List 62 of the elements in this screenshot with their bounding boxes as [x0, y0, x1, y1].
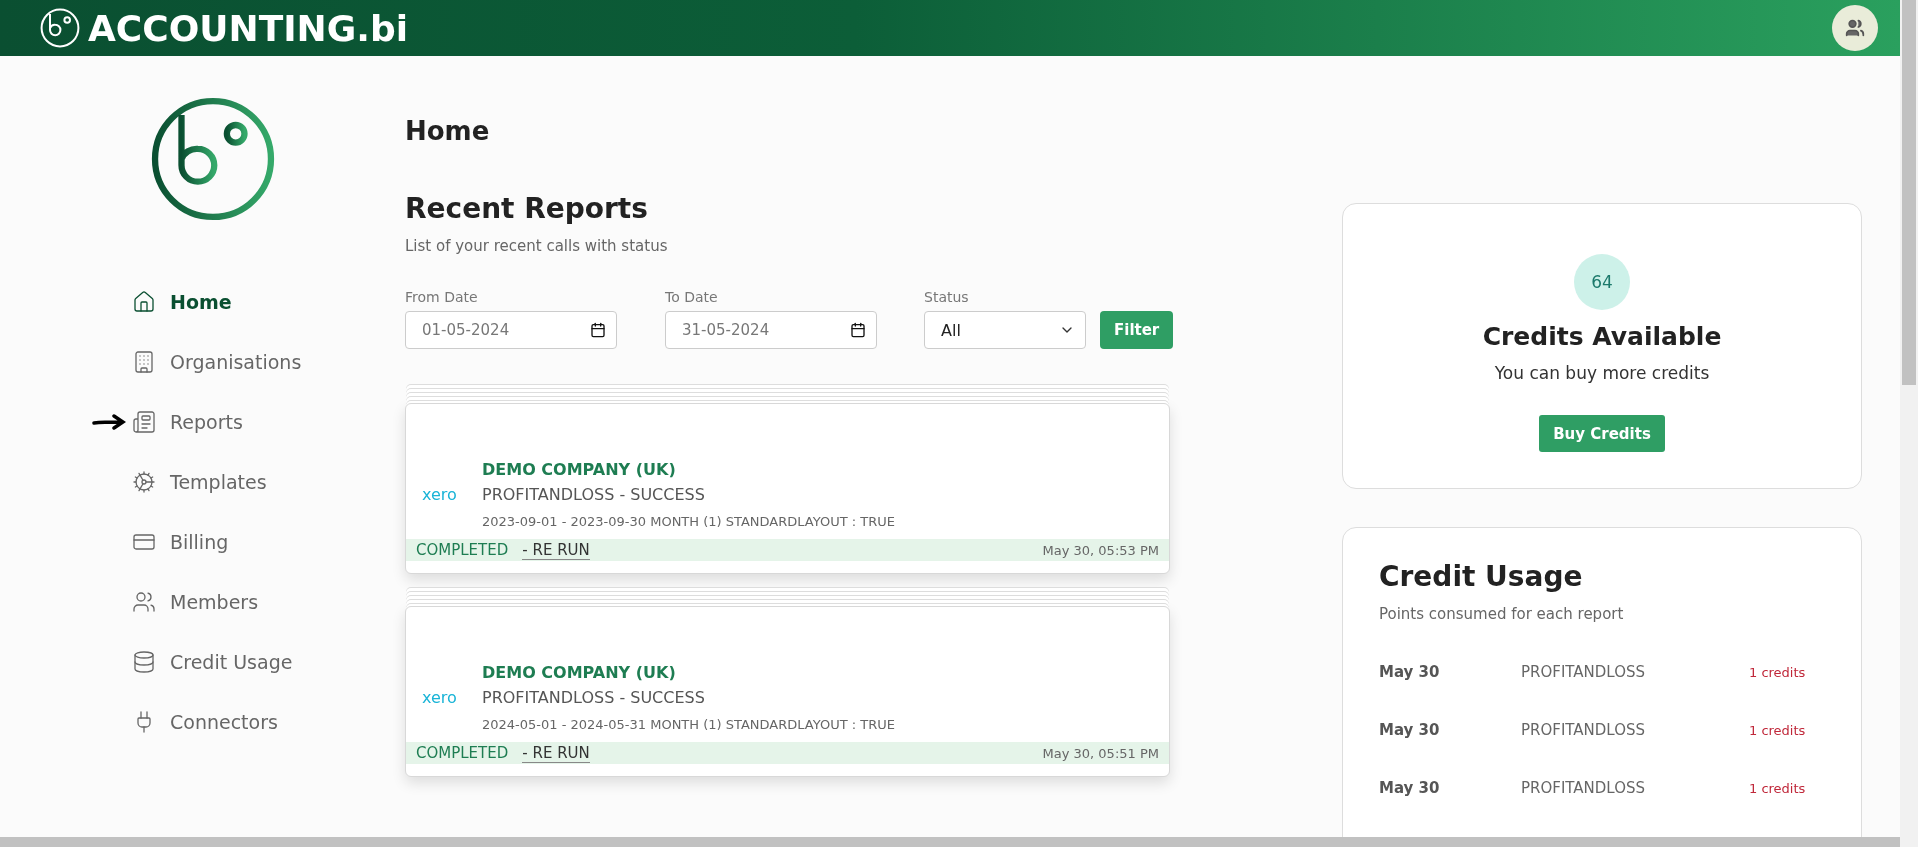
users-icon [132, 590, 156, 614]
nav-item[interactable]: Connectors [132, 704, 278, 740]
building-icon [132, 350, 156, 374]
report-time: May 30, 05:53 PM [1042, 542, 1159, 558]
xero-logo: xero [422, 688, 458, 707]
status-select[interactable]: All [924, 311, 1086, 349]
usage-report: PROFITANDLOSS [1521, 779, 1647, 797]
usage-date: May 30 [1379, 721, 1441, 739]
newspaper-icon [132, 410, 156, 434]
coin-stack-icon [132, 650, 156, 674]
company-name: DEMO COMPANY (UK) [482, 663, 677, 682]
credits-title: Credits Available [1482, 322, 1722, 351]
company-name: DEMO COMPANY (UK) [482, 460, 677, 479]
usage-report: PROFITANDLOSS [1521, 663, 1647, 681]
section-title: Recent Reports [405, 192, 649, 225]
date-field[interactable]: 31-05-2024 [665, 311, 877, 349]
calendar-icon [850, 322, 866, 338]
filter-button[interactable]: Filter [1100, 311, 1174, 349]
credits-subtitle: You can buy more credits [1494, 363, 1710, 383]
status-text: COMPLETED [416, 744, 509, 762]
usage-subtitle: Points consumed for each report [1379, 605, 1625, 623]
buy-credits-button[interactable]: Buy Credits [1539, 415, 1665, 452]
rerun-link[interactable]: - RE RUN [522, 540, 590, 560]
usage-credits: 1 credits [1749, 780, 1807, 796]
report-details: 2024-05-01 - 2024-05-31 MONTH (1) STANDARDLAYOUT : TRUE [482, 717, 895, 732]
vertical-scrollbar[interactable] [1900, 0, 1918, 847]
usage-title: Credit Usage [1379, 560, 1584, 593]
brand-logo-icon [40, 8, 80, 48]
user-avatar[interactable] [1832, 5, 1878, 51]
usage-date: May 30 [1379, 779, 1441, 797]
usage-credits: 1 credits [1749, 722, 1807, 738]
calendar-icon [590, 322, 606, 338]
home-icon [132, 290, 156, 314]
xero-logo: xero [422, 485, 458, 504]
status-text: COMPLETED [416, 541, 509, 559]
report-name: PROFITANDLOSS - SUCCESS [482, 485, 706, 504]
report-name: PROFITANDLOSS - SUCCESS [482, 688, 706, 707]
horizontal-scrollbar[interactable] [0, 837, 1900, 847]
nav-item[interactable]: Billing [132, 524, 229, 560]
usage-report: PROFITANDLOSS [1521, 721, 1647, 739]
field-label: Status [924, 289, 970, 305]
nav-item[interactable]: Templates [132, 464, 267, 500]
section-subtitle: List of your recent calls with status [405, 237, 669, 255]
date-field[interactable]: 01-05-2024 [405, 311, 617, 349]
scrollbar-thumb[interactable] [1902, 0, 1916, 385]
gear-icon [132, 470, 156, 494]
logo-icon [149, 96, 276, 222]
credit-count: 64 [1574, 254, 1630, 310]
usage-credits: 1 credits [1749, 664, 1807, 680]
report-time: May 30, 05:51 PM [1042, 745, 1159, 761]
usage-date: May 30 [1379, 663, 1441, 681]
nav-item[interactable]: Home [132, 284, 232, 320]
nav-item[interactable]: Reports [132, 404, 243, 440]
nav-item[interactable]: Organisations [132, 344, 302, 380]
nav-item[interactable]: Members [132, 584, 259, 620]
rerun-link[interactable]: - RE RUN [522, 743, 590, 763]
report-details: 2023-09-01 - 2023-09-30 MONTH (1) STANDARDLAYOUT : TRUE [482, 514, 895, 529]
page-title: Home [405, 116, 491, 146]
brand-name: ACCOUNTING.bi [88, 7, 409, 49]
field-label: From Date [405, 289, 479, 305]
nav-item[interactable]: Credit Usage [132, 644, 293, 680]
field-label: To Date [665, 289, 719, 305]
